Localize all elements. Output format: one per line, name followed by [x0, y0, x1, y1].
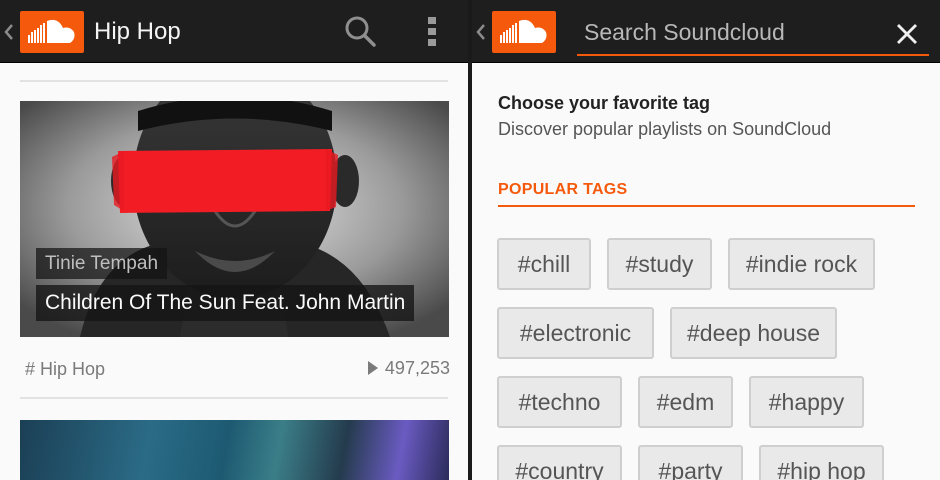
tag-chip[interactable]: #study	[607, 238, 712, 290]
tag-chip[interactable]: #indie rock	[728, 238, 875, 290]
play-icon	[367, 361, 378, 375]
tag-chip[interactable]: #deep house	[670, 307, 837, 359]
genre-tag[interactable]: # Hip Hop	[25, 358, 105, 380]
tag-chip[interactable]: #techno	[497, 376, 622, 428]
action-bar	[472, 0, 940, 63]
close-icon[interactable]	[893, 20, 921, 48]
hip-hop-pane: Hip Hop Tinie Tempah Children Of The Sun…	[0, 0, 468, 480]
tag-chip[interactable]: #electronic	[497, 307, 654, 359]
play-count-value: 497,253	[384, 358, 450, 378]
next-track-artwork[interactable]	[20, 420, 449, 480]
soundcloud-logo[interactable]	[20, 11, 84, 53]
artist-name[interactable]: Tinie Tempah	[36, 248, 168, 279]
action-bar: Hip Hop	[0, 0, 468, 63]
search-icon[interactable]	[343, 14, 377, 48]
play-count: 497,253	[367, 357, 450, 379]
tag-heading: Choose your favorite tag	[498, 93, 711, 113]
tag-chip[interactable]: #happy	[749, 376, 864, 428]
tag-subheading: Discover popular playlists on SoundCloud	[498, 119, 832, 139]
list-divider	[20, 80, 448, 82]
track-title[interactable]: Children Of The Sun Feat. John Martin	[36, 285, 415, 321]
up-caret-icon[interactable]	[2, 19, 16, 45]
search-field	[577, 10, 929, 56]
tag-chip[interactable]: #country	[497, 445, 622, 480]
search-input[interactable]	[584, 16, 884, 48]
tag-chip[interactable]: #edm	[638, 376, 733, 428]
tag-chip[interactable]: #party	[638, 445, 743, 480]
search-pane: Choose your favorite tag Discover popula…	[472, 0, 940, 480]
overflow-menu-icon[interactable]	[426, 16, 438, 48]
tag-chip[interactable]: #hip hop	[759, 445, 884, 480]
soundcloud-logo[interactable]	[492, 11, 556, 53]
list-divider	[20, 397, 448, 399]
page-title: Hip Hop	[94, 18, 181, 45]
tag-chip[interactable]: #chill	[497, 238, 591, 290]
popular-tags-title: POPULAR TAGS	[498, 181, 628, 198]
section-divider	[498, 205, 915, 207]
up-caret-icon[interactable]	[474, 19, 488, 45]
